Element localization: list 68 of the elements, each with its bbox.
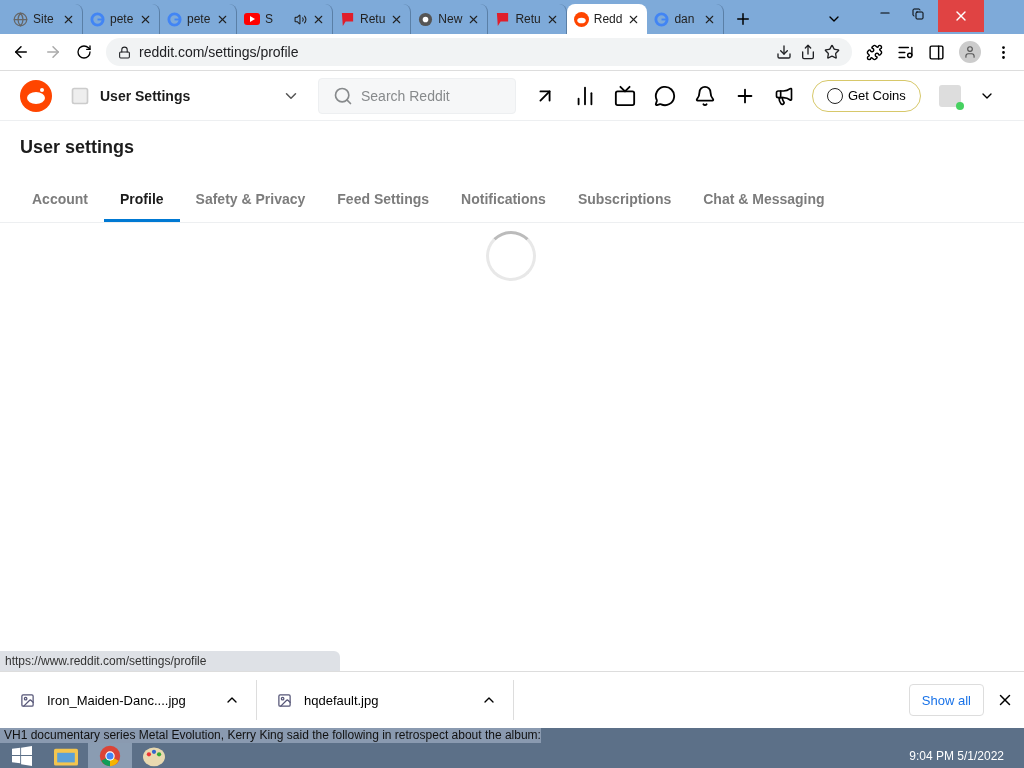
reload-icon[interactable] [76, 44, 92, 60]
settings-tab[interactable]: Chat & Messaging [687, 177, 841, 222]
settings-tab[interactable]: Account [16, 177, 104, 222]
browser-tab[interactable]: Site [6, 4, 83, 34]
address-bar[interactable]: reddit.com/settings/profile [106, 38, 852, 66]
browser-tab[interactable]: Retu [488, 4, 567, 34]
side-panel-icon[interactable] [928, 43, 945, 61]
tab-title: pete [187, 12, 211, 26]
settings-tab[interactable]: Subscriptions [561, 177, 688, 222]
page-title: User settings [19, 136, 136, 159]
settings-tab[interactable]: Profile [104, 177, 180, 222]
star-icon[interactable] [824, 44, 840, 60]
chat-icon[interactable] [654, 84, 676, 107]
alien-icon [573, 11, 589, 27]
restore-icon[interactable] [912, 8, 925, 20]
install-icon[interactable] [776, 44, 792, 60]
browser-tab[interactable]: dan [647, 4, 725, 34]
video-icon [244, 13, 260, 25]
share-icon[interactable] [800, 44, 816, 60]
community-dropdown[interactable]: User Settings [100, 87, 272, 104]
download-item[interactable]: Iron_Maiden-Danc....jpg [47, 692, 212, 708]
browser-tab[interactable]: S [237, 4, 333, 34]
tab-title: Site [33, 12, 55, 26]
taskbar-button[interactable] [88, 743, 132, 768]
tab-title: S [265, 12, 274, 26]
google-icon [654, 11, 670, 27]
chrome-icon [418, 11, 434, 27]
image-icon [20, 692, 35, 708]
download-item[interactable]: hqdefault.jpg [304, 692, 469, 708]
bell-icon[interactable] [694, 84, 716, 107]
tab-title: Redd [593, 12, 623, 26]
video-icon[interactable] [614, 84, 636, 107]
settings-tab[interactable]: Notifications [445, 177, 562, 222]
image-icon [277, 692, 292, 708]
background-text: VH1 documentary series Metal Evolution, Kerry King said the following in retrospect about the album: [0, 728, 541, 743]
puzzle-icon[interactable] [866, 43, 883, 61]
globe-icon [13, 11, 28, 27]
square-icon [70, 85, 90, 106]
flag-icon [340, 11, 355, 27]
tab-title: New [438, 12, 463, 26]
lock-icon [118, 45, 131, 59]
browser-tab[interactable]: New [411, 4, 489, 34]
chrome-icon [99, 744, 121, 767]
megaphone-icon[interactable] [774, 85, 794, 106]
show-all-button[interactable]: Show all [908, 684, 984, 716]
tab-title: Retu [360, 12, 386, 26]
url-text: reddit.com/settings/profile [139, 44, 300, 60]
google-icon [90, 11, 105, 27]
browser-tab[interactable]: pete [160, 4, 237, 34]
flag-icon [495, 11, 511, 27]
profile-avatar[interactable] [959, 41, 981, 63]
tab-title: Retu [515, 12, 541, 26]
browser-tab[interactable]: Retu [333, 4, 412, 34]
browser-tab[interactable]: pete [83, 4, 160, 34]
search-icon [333, 85, 353, 106]
windows-icon[interactable] [12, 745, 32, 766]
browser-tab[interactable]: Redd [566, 4, 648, 34]
tab-title: dan [674, 12, 696, 26]
clock-time: 9:04 PM 5/1/2022 [909, 748, 1004, 763]
settings-tab[interactable]: Feed Settings [321, 177, 446, 222]
back-icon[interactable] [12, 43, 30, 61]
settings-tab[interactable]: Safety & Privacy [179, 177, 322, 222]
google-icon [167, 11, 182, 27]
speaker-icon[interactable] [294, 12, 307, 26]
logo[interactable] [20, 79, 52, 112]
tab-title: pete [110, 12, 134, 26]
status-url: https://www.reddit.com/settings/profile [0, 651, 340, 671]
get-coins-button[interactable]: Get Coins [812, 79, 921, 112]
